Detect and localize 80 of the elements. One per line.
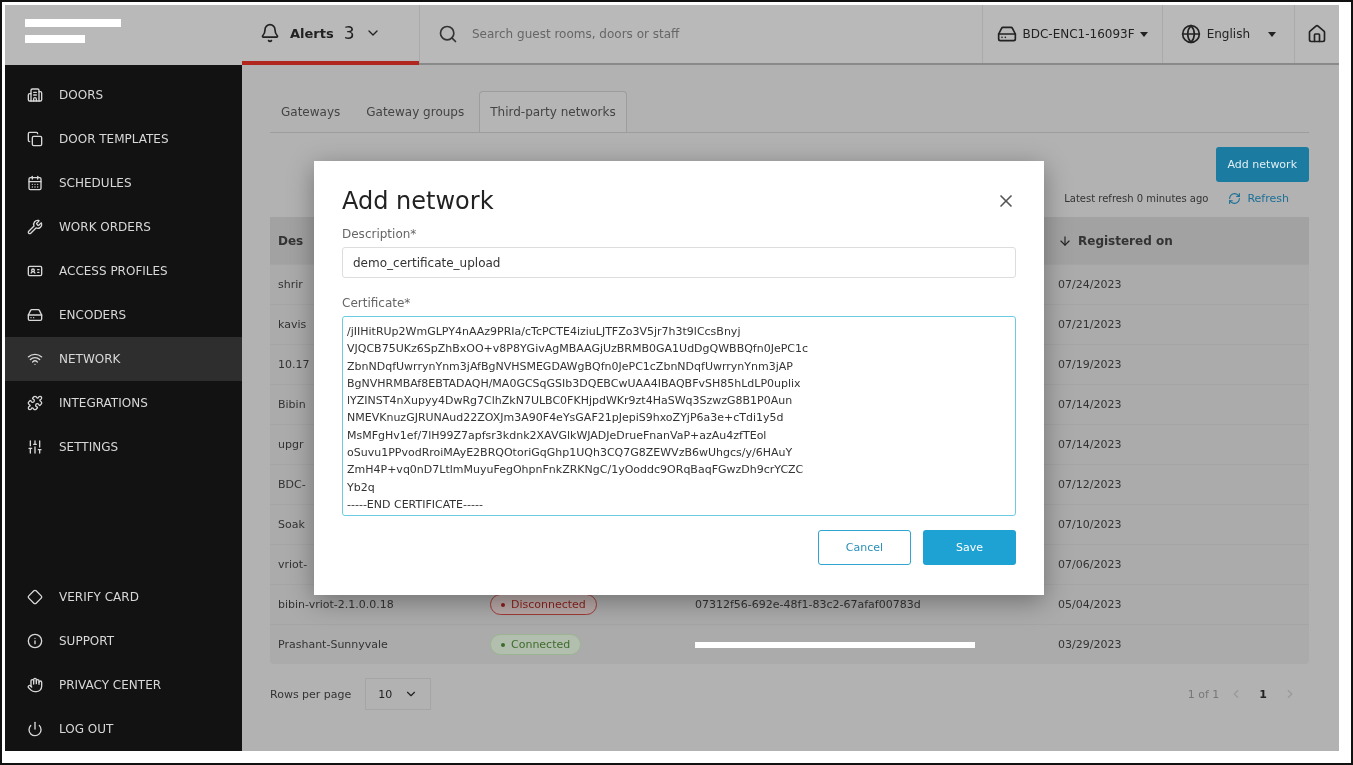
table-cell: Bibin xyxy=(278,398,306,411)
sidebar-item[interactable]: PRIVACY CENTER xyxy=(5,663,242,707)
search-icon xyxy=(438,24,458,44)
puzzle-icon xyxy=(27,395,43,411)
sidebar-item[interactable]: ENCODERS xyxy=(5,293,242,337)
table-cell: 10.17 xyxy=(278,358,310,371)
search-field[interactable]: Search guest rooms, doors or staff xyxy=(470,26,850,42)
caret-icon xyxy=(1268,31,1276,37)
tab[interactable]: Gateway groups xyxy=(355,91,476,132)
tab[interactable]: Third-party networks xyxy=(479,91,627,132)
sidebar-item[interactable]: SETTINGS xyxy=(5,425,242,469)
bell-icon xyxy=(260,23,280,43)
table-cell: shrir xyxy=(278,278,303,291)
sidebar-item[interactable]: SCHEDULES xyxy=(5,161,242,205)
sidebar-item[interactable]: SUPPORT xyxy=(5,619,242,663)
refresh-icon xyxy=(1228,192,1242,205)
sort-arrow-icon xyxy=(1058,233,1072,248)
id-card-icon xyxy=(27,263,43,279)
column-header[interactable]: Registered on xyxy=(1078,233,1173,248)
table-cell: 03/29/2023 xyxy=(1058,638,1122,651)
table-cell: 07312f56-692e-48f1-83c2-67afaf00783d xyxy=(695,598,921,611)
calendar-icon xyxy=(27,175,43,191)
sidebar-item[interactable]: INTEGRATIONS xyxy=(5,381,242,425)
diamond-icon xyxy=(27,589,43,605)
table-cell: 07/06/2023 xyxy=(1058,558,1122,571)
table-cell: 07/21/2023 xyxy=(1058,318,1122,331)
sidebar-item[interactable]: DOORS xyxy=(5,73,242,117)
globe-icon xyxy=(1180,24,1201,44)
page-button[interactable]: 1 xyxy=(1253,686,1273,702)
table-cell: vriot- xyxy=(278,558,308,571)
table-cell: 07/19/2023 xyxy=(1058,358,1122,371)
sliders-icon xyxy=(27,439,43,455)
table-cell: Prashant-Sunnyvale xyxy=(278,638,388,651)
page-range: 1 of 1 xyxy=(1187,687,1220,701)
status-badge: Disconnected xyxy=(490,594,597,615)
building-icon xyxy=(27,87,43,103)
info-icon xyxy=(27,633,43,649)
column-header: Des xyxy=(278,233,304,248)
sidebar-item[interactable]: NETWORK xyxy=(5,337,242,381)
tab[interactable]: Gateways xyxy=(270,91,352,132)
field-label: Certificate* xyxy=(342,296,412,310)
cancel-button[interactable]: Cancel xyxy=(818,530,911,565)
sidebar-item[interactable]: WORK ORDERS xyxy=(5,205,242,249)
power-icon xyxy=(27,721,43,737)
drive-icon xyxy=(997,24,1018,44)
table-cell: bibin-vriot-2.1.0.0.18 xyxy=(278,598,394,611)
table-cell: kavis xyxy=(278,318,307,331)
sidebar-item[interactable]: VERIFY CARD xyxy=(5,575,242,619)
encoder-dropdown[interactable]: BDC-ENC1-16093F xyxy=(982,5,1162,63)
sidebar-item[interactable]: DOOR TEMPLATES xyxy=(5,117,242,161)
rows-per-page-select[interactable]: 10 xyxy=(365,678,432,710)
latest-refresh-text: Latest refresh 0 minutes ago xyxy=(1064,193,1209,204)
table-cell: BDC- xyxy=(278,478,306,491)
caret-icon xyxy=(1139,31,1148,37)
language-dropdown[interactable]: English xyxy=(1161,5,1294,63)
redaction-bar xyxy=(25,35,85,43)
table-cell: 07/24/2023 xyxy=(1058,278,1122,291)
table-cell: 07/12/2023 xyxy=(1058,478,1122,491)
sidebar-item[interactable]: ACCESS PROFILES xyxy=(5,249,242,293)
certificate-textarea[interactable]: /jIIHitRUp2WmGLPY4nAAz9PRIa/cTcPCTE4iziuLJTFZo3V5jr7h3t9lCcsBnyj VJQCB75UKz6SpZhBxOO+v8P8YGivAgMBAAGjUzBRMB0GA1UdDgQWBBQfn0JePC1c ZbnNDqfUwrrynYnm3jAfBgNVHSMEGDAWgBQfn0JePC1cZbnNDqfUwrrynYnm3jAP BgNVHRMBAf8EBTADAQH/MA0GCSqGSIb3DQEBCwUAA4IBAQBFvSH85hLdLP0uplix lYZINST4nXupyy4DwRg7ClhZkN7ULBC0FKHjpdWKr9zt4HaSWq3SzwzG8B1P0Aun NMEVKnuzGJRUNAud22ZOXJm3A90F4eYsGAF21pJepiS9hxoZYjP6a3e+cTdi1y5d MsMFgHv1ef/7lH99Z7apfsr3kdnk2XAVGlkWJADJeDrueFnanVaP+azAu4zfTEol oSuvu1PPvodRroiMAyE2BRQOtoriGqGhp1UQh3CQ7G8ZEWVzB6wUhgcs/y/6HAuY ZmH4P+vq0nD7LtlmMuyuFegOhpnFnkZRKNgC/1yOoddc9ORqBaqFGwzDh9crYCZC Yb2q -----END CERTIFICATE----- xyxy=(342,316,1016,516)
status-badge: Connected xyxy=(490,634,582,655)
table-cell: 07/10/2023 xyxy=(1058,518,1122,531)
dialog-title: Add network xyxy=(342,187,494,215)
wifi-icon xyxy=(27,351,43,367)
add-network-button[interactable]: Add network xyxy=(1215,147,1309,182)
table-cell: Soak xyxy=(278,518,305,531)
table-cell: upgr xyxy=(278,438,304,451)
rows-per-page-label: Rows per page xyxy=(270,687,352,701)
drive-icon xyxy=(27,307,43,323)
description-input[interactable]: demo_certificate_upload xyxy=(342,247,1016,278)
copy-icon xyxy=(27,131,43,147)
hand-icon xyxy=(27,677,43,693)
home-icon xyxy=(1307,24,1327,44)
table-cell: 05/04/2023 xyxy=(1058,598,1122,611)
wrench-icon xyxy=(27,219,43,235)
sidebar-item[interactable]: LOG OUT xyxy=(5,707,242,751)
table-cell: 07/14/2023 xyxy=(1058,398,1122,411)
field-label: Description* xyxy=(342,227,418,241)
alerts-button[interactable]: Alerts 3 xyxy=(242,5,419,65)
table-cell: 07/14/2023 xyxy=(1058,438,1122,451)
